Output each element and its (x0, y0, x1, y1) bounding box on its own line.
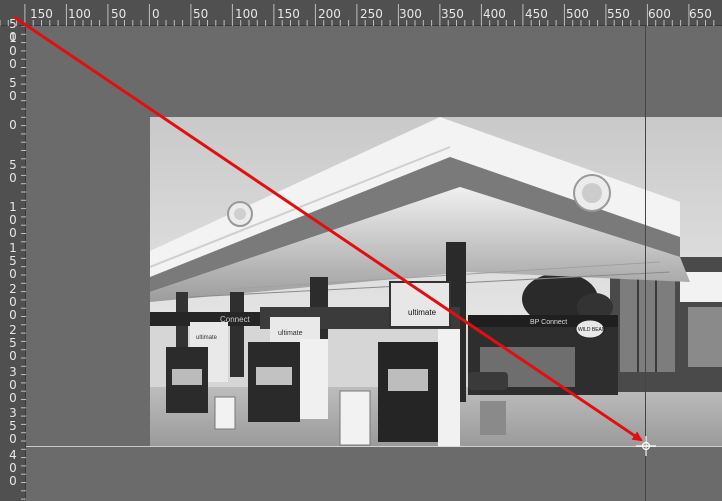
ultimate-sign: ultimate (196, 335, 218, 341)
vruler-label: 150 (9, 241, 17, 281)
hruler-label: 650 (689, 7, 712, 21)
bp-connect-sign: BP Connect (530, 319, 567, 326)
vruler-label: 200 (9, 282, 17, 322)
hruler-label: 100 (68, 7, 91, 21)
vertical-ruler[interactable]: 50 100 50 0 50 100 150 200 250 300 350 4… (0, 18, 26, 501)
hruler-label: 150 (30, 7, 53, 21)
hruler-label: 0 (152, 7, 160, 21)
vruler-label: 300 (9, 365, 17, 405)
hruler-label: 400 (483, 7, 506, 21)
wild-bean-sign: WILD BEAN (578, 327, 606, 333)
hruler-label: 200 (318, 7, 341, 21)
gas-station-image: BP Connect WILD BEAN Connect ultimate ul… (150, 117, 722, 447)
vertical-guide-line[interactable] (645, 26, 646, 501)
vruler-label: 50 (9, 76, 17, 103)
document-canvas[interactable]: BP Connect WILD BEAN Connect ultimate ul… (26, 26, 722, 501)
vruler-label: 100 (9, 31, 17, 71)
ultimate-sign: ultimate (408, 308, 437, 317)
hruler-label: 350 (441, 7, 464, 21)
vruler-label: 100 (9, 200, 17, 240)
vruler-label: 400 (9, 448, 17, 488)
hruler-label: 50 (193, 7, 209, 21)
hruler-label: 100 (235, 7, 258, 21)
hruler-label: 50 (111, 7, 127, 21)
vruler-label: 50 (9, 158, 17, 185)
vruler-label: 350 (9, 406, 17, 446)
ultimate-sign: ultimate (278, 330, 303, 337)
hruler-label: 300 (399, 7, 422, 21)
hruler-label: 500 (566, 7, 589, 21)
vruler-label: 250 (9, 323, 17, 363)
canvas-edge-line (26, 446, 722, 447)
vruler-label: 0 (9, 118, 17, 132)
hruler-label: 250 (360, 7, 383, 21)
hruler-label: 150 (277, 7, 300, 21)
canvas-photo[interactable]: BP Connect WILD BEAN Connect ultimate ul… (150, 117, 722, 447)
hruler-label: 450 (525, 7, 548, 21)
horizontal-ruler[interactable]: 150 100 50 0 50 100 150 200 250 300 350 … (0, 0, 722, 26)
hruler-label: 550 (607, 7, 630, 21)
hruler-label: 600 (648, 7, 671, 21)
